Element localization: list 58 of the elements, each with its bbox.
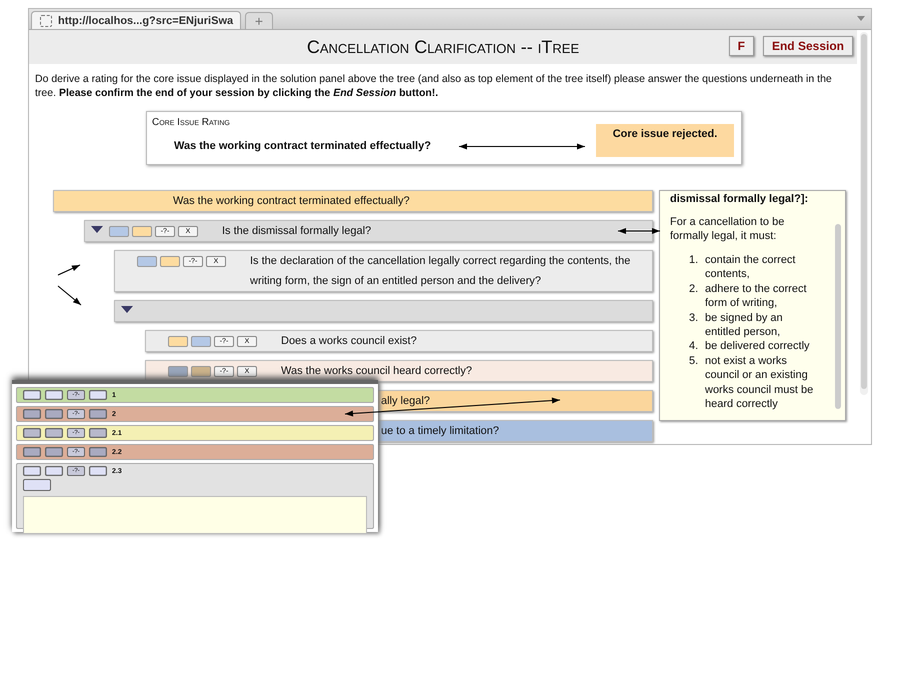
rating-button[interactable] bbox=[45, 466, 63, 476]
double-arrow bbox=[618, 228, 660, 234]
scrollbar[interactable] bbox=[835, 224, 841, 409]
caret-icon[interactable] bbox=[121, 306, 133, 314]
question-text: Was the works council heard correctly? bbox=[281, 364, 473, 379]
rating-button[interactable] bbox=[45, 447, 63, 457]
panel-label: Core Issue Rating bbox=[152, 117, 230, 128]
rating-button[interactable] bbox=[160, 256, 180, 267]
rating-button[interactable] bbox=[23, 390, 41, 400]
question-text: ally legal? bbox=[381, 394, 431, 409]
arrow bbox=[58, 286, 82, 306]
end-session-button[interactable]: End Session bbox=[762, 36, 853, 56]
info-text: For a cancellation to be formally legal, it must: bbox=[670, 215, 786, 243]
list-item-text: not exist a works council or an existing works council must be heard correctly bbox=[705, 354, 814, 412]
list-item-text: be delivered correctly bbox=[705, 339, 810, 354]
dropdown-icon[interactable] bbox=[857, 16, 865, 21]
rating-button[interactable] bbox=[45, 428, 63, 438]
list-number: 5. bbox=[689, 354, 700, 369]
rating-button[interactable] bbox=[132, 226, 152, 237]
note-field[interactable] bbox=[23, 496, 367, 534]
instructions-text: Do derive a rating for the core issue displayed in the solution panel above the tree (and also as top element of the tree itself) please answer the questions underneath in the tree. Please confirm the end of your session by clicking the End Session button!. bbox=[35, 72, 833, 100]
rating-button[interactable] bbox=[168, 336, 188, 347]
question-text: Is the dismissal formally legal? bbox=[222, 224, 372, 239]
rating-button[interactable] bbox=[23, 428, 41, 438]
question-text: Is the declaration of the cancellation legally correct regarding the contents, the writing form, the sign of an entitled person and the delivery? bbox=[250, 254, 632, 289]
list-number: 4. bbox=[689, 339, 700, 354]
page-scrollbar[interactable] bbox=[860, 32, 868, 395]
rating-button[interactable] bbox=[168, 366, 188, 377]
page-title: Cancellation Clarification -- iTree bbox=[306, 36, 580, 58]
rating-button[interactable] bbox=[23, 409, 41, 419]
rating-button[interactable] bbox=[23, 466, 41, 476]
rating-button[interactable] bbox=[89, 466, 107, 476]
rating-button[interactable] bbox=[45, 390, 63, 400]
rating-button[interactable] bbox=[191, 366, 211, 377]
tree-row[interactable]: Was the working contract terminated effectually? bbox=[53, 190, 653, 212]
small-button[interactable] bbox=[23, 479, 51, 491]
arrow bbox=[58, 264, 80, 276]
core-issue-question: Was the working contract terminated effectually? bbox=[174, 140, 431, 152]
rating-button[interactable] bbox=[89, 409, 107, 419]
rating-button[interactable] bbox=[89, 390, 107, 400]
question-text: Was the working contract terminated effectually? bbox=[173, 194, 411, 209]
list-number: 2. bbox=[689, 282, 700, 297]
question-text: ue to a timely limitation? bbox=[381, 424, 500, 439]
core-issue-result: Core issue rejected. bbox=[596, 124, 734, 157]
info-heading: dismissal formally legal?]: bbox=[670, 193, 810, 205]
tab-url: http://localhos...g?src=ENjuriSwa bbox=[58, 14, 234, 26]
scroll-thumb[interactable] bbox=[861, 34, 867, 389]
caret-icon[interactable] bbox=[91, 226, 103, 234]
browser-tab[interactable]: http://localhos...g?src=ENjuriSwa bbox=[31, 11, 241, 29]
rating-button[interactable] bbox=[23, 447, 41, 457]
f-button[interactable]: F bbox=[728, 36, 754, 56]
rating-button[interactable] bbox=[45, 409, 63, 419]
list-number: 3. bbox=[689, 310, 700, 326]
rating-button[interactable] bbox=[89, 447, 107, 457]
list-number: 1. bbox=[689, 253, 700, 268]
question-text: Does a works council exist? bbox=[281, 334, 418, 349]
rating-button[interactable] bbox=[89, 428, 107, 438]
page-icon bbox=[40, 14, 52, 26]
